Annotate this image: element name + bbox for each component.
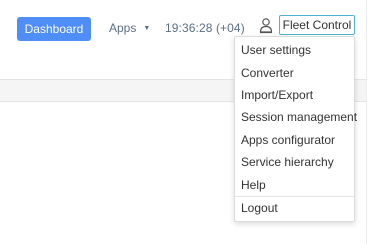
menu-divider bbox=[235, 196, 354, 197]
dashboard-button[interactable]: Dashboard bbox=[17, 17, 91, 41]
menu-item-user-settings[interactable]: User settings bbox=[241, 43, 311, 57]
menu-item-session-management[interactable]: Session management bbox=[241, 110, 357, 124]
menu-item-converter[interactable]: Converter bbox=[241, 66, 294, 80]
fleet-control-button[interactable]: Fleet Control bbox=[279, 15, 355, 35]
menu-item-import-export[interactable]: Import/Export bbox=[241, 88, 313, 102]
apps-menu[interactable]: Apps ▼ bbox=[109, 21, 150, 35]
clock: 19:36:28 (+04) bbox=[165, 21, 245, 35]
menu-item-service-hierarchy[interactable]: Service hierarchy bbox=[241, 155, 334, 169]
user-icon[interactable] bbox=[259, 17, 273, 35]
apps-label: Apps bbox=[109, 21, 137, 35]
page-edge bbox=[366, 0, 378, 244]
caret-down-icon: ▼ bbox=[143, 25, 151, 32]
menu-item-apps-configurator[interactable]: Apps configurator bbox=[241, 133, 335, 147]
user-dropdown-menu: User settings Converter Import/Export Se… bbox=[234, 36, 357, 222]
menu-item-help[interactable]: Help bbox=[241, 178, 266, 192]
menu-item-logout[interactable]: Logout bbox=[241, 201, 278, 215]
